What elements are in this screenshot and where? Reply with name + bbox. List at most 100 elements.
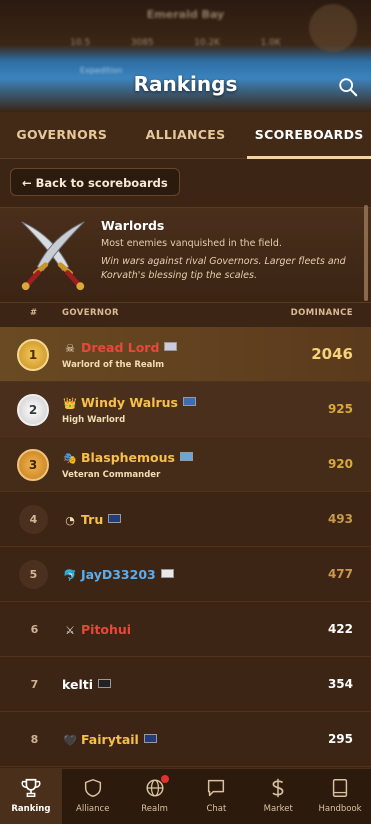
flag-icon: [183, 397, 196, 406]
governor-name[interactable]: Fairytail: [81, 732, 139, 747]
crossed-swords-icon: ⚔: [65, 624, 75, 637]
rank-medal-gold: 1: [17, 339, 49, 371]
notification-dot: [160, 775, 169, 783]
nav-handbook[interactable]: Handbook: [309, 769, 371, 824]
tab-governors[interactable]: GOVERNORS: [0, 112, 124, 158]
scoreboard-content: ← Back to scoreboards Warlords Most enem…: [0, 159, 371, 769]
tab-alliances[interactable]: ALLIANCES: [124, 112, 248, 158]
top-header: Emerald Bay 10.5 3085 10.2K 1.0K Expedit…: [0, 0, 371, 112]
crossed-swords-icon: [21, 221, 85, 291]
rank-number: 8: [30, 733, 39, 746]
tab-scoreboards[interactable]: SCOREBOARDS: [247, 112, 371, 159]
rank-medal-bronze: 3: [17, 449, 49, 481]
governor-name[interactable]: Tru: [81, 512, 103, 527]
dominance-score: 493: [327, 512, 353, 526]
dominance-column-header: DOMINANCE: [290, 308, 353, 318]
table-row[interactable]: 3 🎭 Blasphemous Veteran Commander 920: [0, 437, 371, 492]
table-row[interactable]: 8 🖤 Fairytail 295: [0, 712, 371, 767]
governor-name[interactable]: kelti: [62, 677, 93, 692]
blurred-stat: 1.0K: [260, 38, 281, 48]
governor-title: Veteran Commander: [62, 470, 161, 480]
dominance-score: 920: [327, 457, 353, 471]
table-header: # GOVERNOR DOMINANCE: [0, 301, 371, 326]
nav-ranking[interactable]: Ranking: [0, 769, 62, 824]
dominance-score: 2046: [311, 345, 353, 363]
nav-realm[interactable]: Realm: [124, 769, 186, 824]
dominance-score: 295: [327, 732, 353, 746]
skull-icon: ☠: [65, 342, 75, 355]
governor-title: High Warlord: [62, 415, 126, 425]
nav-label: Alliance: [76, 804, 110, 814]
governor-name[interactable]: JayD33203: [81, 567, 156, 582]
scoreboard-subtitle: Most enemies vanquished in the field.: [101, 238, 282, 249]
clock-icon: ◔: [65, 514, 75, 527]
nav-alliance[interactable]: Alliance: [62, 769, 124, 824]
nav-label: Realm: [141, 804, 168, 814]
rank-number: 7: [30, 678, 39, 691]
table-row[interactable]: 6 ⚔ Pitohui 422: [0, 602, 371, 657]
avatar: [309, 4, 357, 52]
nav-market[interactable]: Market: [247, 769, 309, 824]
nav-label: Ranking: [11, 804, 51, 814]
table-row[interactable]: 2 👑 Windy Walrus High Warlord 925: [0, 382, 371, 437]
blurred-stat: 10.5: [70, 38, 91, 48]
governor-name-line: kelti: [62, 677, 111, 692]
dolphin-icon: 🐬: [63, 569, 77, 582]
governor-name-line: ☠ Dread Lord: [62, 340, 178, 355]
scrollbar[interactable]: [364, 205, 368, 301]
scoreboard-header-card: Warlords Most enemies vanquished in the …: [0, 207, 371, 303]
rank-badge: 5: [19, 560, 48, 589]
flag-icon: [98, 679, 111, 688]
governor-name-line: 👑 Windy Walrus: [62, 395, 196, 410]
table-row[interactable]: 1 ☠ Dread Lord Warlord of the Realm 2046: [0, 327, 371, 382]
governor-name[interactable]: Blasphemous: [81, 450, 175, 465]
chat-bubble-icon: [208, 779, 225, 797]
black-heart-icon: 🖤: [63, 734, 77, 747]
table-row[interactable]: 4 ◔ Tru 493: [0, 492, 371, 547]
search-icon[interactable]: [337, 76, 359, 98]
governor-name-line: ⚔ Pitohui: [62, 622, 131, 637]
ranking-tabs: GOVERNORS ALLIANCES SCOREBOARDS: [0, 112, 371, 159]
rank-column-header: #: [30, 308, 38, 318]
book-icon: [332, 779, 348, 797]
rank-number: 6: [30, 623, 39, 636]
mask-icon: 🎭: [63, 452, 77, 465]
dominance-score: 477: [327, 567, 353, 581]
dominance-score: 354: [327, 677, 353, 691]
governor-name-line: 🎭 Blasphemous: [62, 450, 193, 465]
scoreboard-title: Warlords: [101, 218, 165, 233]
nav-label: Chat: [206, 804, 227, 814]
rank-badge: 4: [19, 505, 48, 534]
nav-label: Market: [263, 804, 293, 814]
nav-chat[interactable]: Chat: [185, 769, 247, 824]
dominance-score: 422: [327, 622, 353, 636]
scoreboard-description: Win wars against rival Governors. Larger…: [101, 256, 346, 281]
back-to-scoreboards-button[interactable]: ← Back to scoreboards: [10, 168, 180, 196]
governor-title: Warlord of the Realm: [62, 360, 165, 370]
bottom-navigation: Ranking Alliance Realm Chat Market Handb…: [0, 768, 371, 824]
flag-icon: [108, 514, 122, 523]
flag-icon: [179, 452, 193, 461]
rank-medal-silver: 2: [17, 394, 49, 426]
trophy-icon: [21, 778, 41, 797]
flag-icon: [160, 569, 174, 578]
crown-icon: 👑: [63, 397, 77, 410]
governor-name-line: 🐬 JayD33203: [62, 567, 174, 582]
governor-column-header: GOVERNOR: [62, 308, 119, 318]
shield-icon: [84, 778, 101, 798]
blurred-stat: 10.2K: [194, 38, 221, 48]
governor-name-line: 🖤 Fairytail: [62, 732, 157, 747]
blurred-stat: 3085: [130, 38, 154, 48]
page-title: Rankings: [133, 72, 238, 96]
governor-name[interactable]: Windy Walrus: [81, 395, 178, 410]
governor-name[interactable]: Dread Lord: [81, 340, 159, 355]
governor-name[interactable]: Pitohui: [81, 622, 131, 637]
dominance-score: 925: [327, 402, 353, 416]
table-row[interactable]: 5 🐬 JayD33203 477: [0, 547, 371, 602]
governor-name-line: ◔ Tru: [62, 512, 122, 527]
dollar-icon: [272, 778, 284, 798]
table-row[interactable]: 7 kelti 354: [0, 657, 371, 712]
nav-label: Handbook: [318, 804, 362, 814]
flag-icon: [164, 342, 178, 351]
flag-icon: [143, 734, 157, 743]
